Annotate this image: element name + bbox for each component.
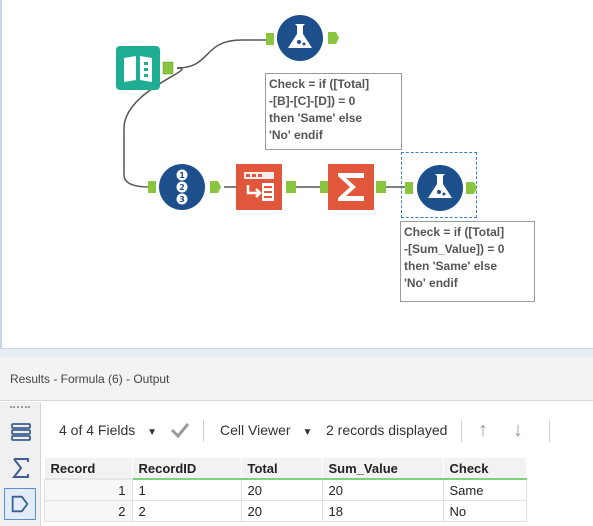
results-toolbar: 4 of 4 Fields ▼ Cell Viewer ▼ 2 records …: [41, 410, 593, 450]
svg-text:1: 1: [179, 171, 185, 180]
recordid-cell[interactable]: 1: [131, 478, 242, 501]
column-header-record[interactable]: Record: [44, 458, 133, 480]
record-number-cell[interactable]: 1: [44, 478, 133, 501]
sigma-icon[interactable]: [9, 456, 33, 480]
record-id-tool[interactable]: 1 2 3: [148, 163, 230, 211]
records-count: 2 records displayed: [326, 422, 448, 438]
select-columns-icon: [236, 164, 296, 210]
table-row[interactable]: 1 1 20 20 Same: [44, 478, 527, 501]
arrow-down-icon[interactable]: ↓: [513, 410, 523, 450]
formula-annotation-selected: Check = if ([Total] -[Sum_Value]) = 0 th…: [400, 221, 535, 302]
column-header-recordid[interactable]: RecordID: [132, 458, 242, 480]
numbered-list-icon: 1 2 3: [148, 164, 221, 210]
tag-view-button[interactable]: [4, 488, 36, 520]
fields-dropdown[interactable]: 4 of 4 Fields ▼: [59, 410, 157, 450]
check-cell[interactable]: Same: [442, 478, 527, 501]
tag-icon: [11, 495, 29, 513]
results-title: Results - Formula (6) - Output: [0, 357, 593, 401]
flask-icon: [405, 165, 477, 211]
flask-icon: [266, 15, 339, 61]
workflow-canvas[interactable]: Check = if ([Total] -[B]-[C]-[D]) = 0 th…: [0, 0, 593, 348]
results-grid[interactable]: Record RecordID Total Sum_Value Check 1 …: [44, 458, 527, 522]
sigma-icon: [320, 164, 386, 210]
select-tool[interactable]: [236, 163, 298, 211]
column-header-check[interactable]: Check: [443, 458, 527, 480]
svg-text:3: 3: [179, 195, 185, 204]
total-cell[interactable]: 20: [240, 500, 323, 522]
book-icon: [116, 46, 174, 90]
formula-tool-selected[interactable]: [401, 152, 477, 218]
formula-tool-top[interactable]: [266, 14, 342, 64]
results-side-rail: [0, 402, 41, 526]
chevron-down-icon: ▼: [302, 427, 313, 438]
checkmark-icon[interactable]: [169, 420, 191, 440]
recordid-cell[interactable]: 2: [131, 500, 242, 522]
viewer-label: Cell Viewer: [220, 422, 291, 438]
drag-handle-icon[interactable]: [10, 406, 30, 410]
sum-value-cell[interactable]: 20: [321, 478, 444, 501]
input-data-tool[interactable]: [116, 46, 174, 90]
summarize-tool[interactable]: [320, 163, 386, 211]
column-header-sum-value[interactable]: Sum_Value: [322, 458, 444, 480]
fields-label: 4 of 4 Fields: [59, 422, 136, 438]
record-number-cell[interactable]: 2: [44, 500, 133, 522]
table-view-icon[interactable]: [9, 420, 33, 444]
column-header-total[interactable]: Total: [241, 458, 323, 480]
total-cell[interactable]: 20: [240, 478, 323, 501]
table-row[interactable]: 2 2 20 18 No: [44, 500, 527, 522]
chevron-down-icon: ▼: [147, 427, 158, 438]
grid-header-row: Record RecordID Total Sum_Value Check: [44, 458, 527, 480]
check-cell[interactable]: No: [442, 500, 527, 522]
viewer-dropdown[interactable]: Cell Viewer ▼: [220, 410, 312, 450]
svg-text:2: 2: [179, 183, 185, 192]
arrow-up-icon[interactable]: ↑: [478, 410, 488, 450]
formula-annotation-top: Check = if ([Total] -[B]-[C]-[D]) = 0 th…: [265, 73, 402, 150]
panel-splitter[interactable]: [0, 348, 593, 357]
sum-value-cell[interactable]: 18: [321, 500, 444, 522]
